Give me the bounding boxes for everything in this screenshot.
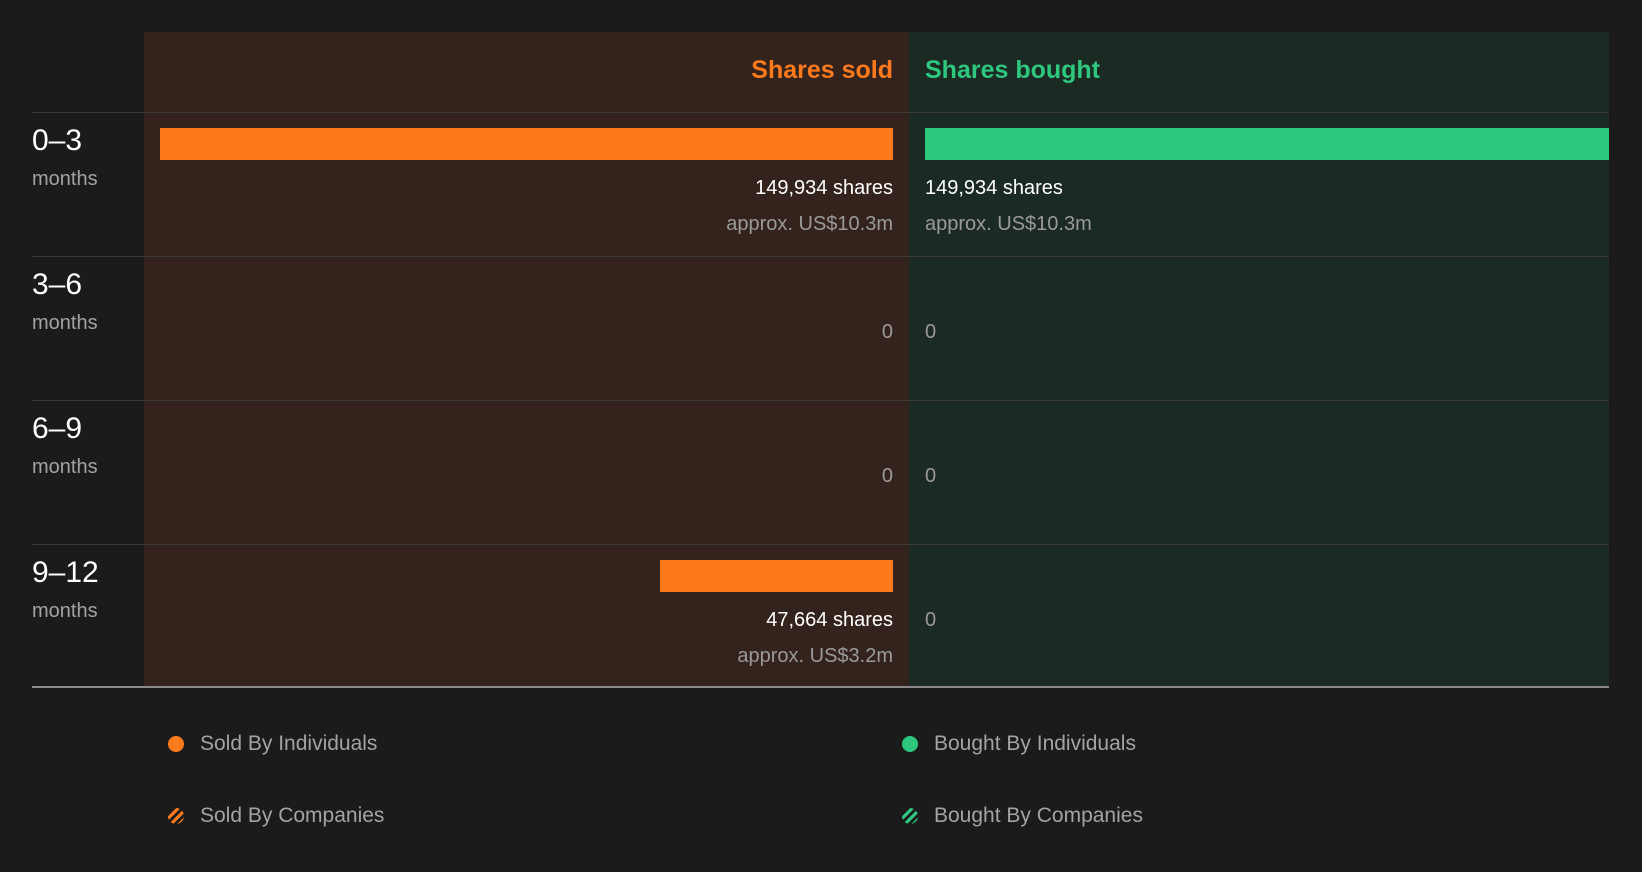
bought-bar xyxy=(925,128,1609,160)
sold-zero-label: 0 xyxy=(881,321,893,343)
sold-value-label: 47,664 shares approx. US$3.2m xyxy=(737,608,893,668)
legend-label: Sold By Companies xyxy=(200,804,385,827)
sold-approx-text: approx. US$3.2m xyxy=(737,645,893,667)
legend-item: Sold By Individuals xyxy=(168,732,377,756)
bought-shares-text: 149,934 shares xyxy=(925,177,1063,199)
legend-dot-icon xyxy=(168,736,184,752)
sold-bar xyxy=(660,560,893,592)
sold-value-label: 149,934 shares approx. US$10.3m xyxy=(726,176,893,236)
row-unit-label: months xyxy=(32,600,98,622)
legend-item: Bought By Companies xyxy=(902,804,1143,828)
legend-dot-icon xyxy=(902,736,918,752)
row-label: 0–3 months xyxy=(32,124,98,191)
sold-shares-text: 47,664 shares xyxy=(766,609,893,631)
row-range-label: 9–12 xyxy=(32,556,99,589)
row-separator xyxy=(32,112,1609,113)
legend-label: Bought By Individuals xyxy=(934,732,1136,755)
row-label: 3–6 months xyxy=(32,268,98,335)
row-unit-label: months xyxy=(32,168,98,190)
legend-label: Sold By Individuals xyxy=(200,732,378,755)
row-unit-label: months xyxy=(32,312,98,334)
sold-shares-text: 149,934 shares xyxy=(755,177,893,199)
row-unit-label: months xyxy=(32,456,98,478)
bought-zero-label: 0 xyxy=(925,465,937,487)
shares-bought-header: Shares bought xyxy=(925,56,1101,84)
row-range-label: 6–9 xyxy=(32,412,83,445)
legend-hatched-icon xyxy=(902,808,918,824)
legend-item: Sold By Companies xyxy=(168,804,384,828)
row-label: 9–12 months xyxy=(32,556,99,623)
row-range-label: 0–3 xyxy=(32,124,83,157)
sold-zero-label: 0 xyxy=(881,465,893,487)
row-label: 6–9 months xyxy=(32,412,98,479)
row-range-label: 3–6 xyxy=(32,268,83,301)
sold-approx-text: approx. US$10.3m xyxy=(726,213,893,235)
bought-approx-text: approx. US$10.3m xyxy=(925,213,1092,235)
row-separator xyxy=(32,400,1609,401)
row-separator xyxy=(32,544,1609,545)
sold-bar xyxy=(160,128,893,160)
bought-zero-label: 0 xyxy=(925,609,937,631)
legend-hatched-icon xyxy=(168,808,184,824)
bought-value-label: 149,934 shares approx. US$10.3m xyxy=(925,176,1092,236)
row-separator xyxy=(32,256,1609,257)
legend-label: Bought By Companies xyxy=(934,804,1143,827)
bought-zero-label: 0 xyxy=(925,321,937,343)
chart-baseline xyxy=(32,686,1609,688)
legend-item: Bought By Individuals xyxy=(902,732,1136,756)
shares-sold-header: Shares sold xyxy=(751,56,893,84)
